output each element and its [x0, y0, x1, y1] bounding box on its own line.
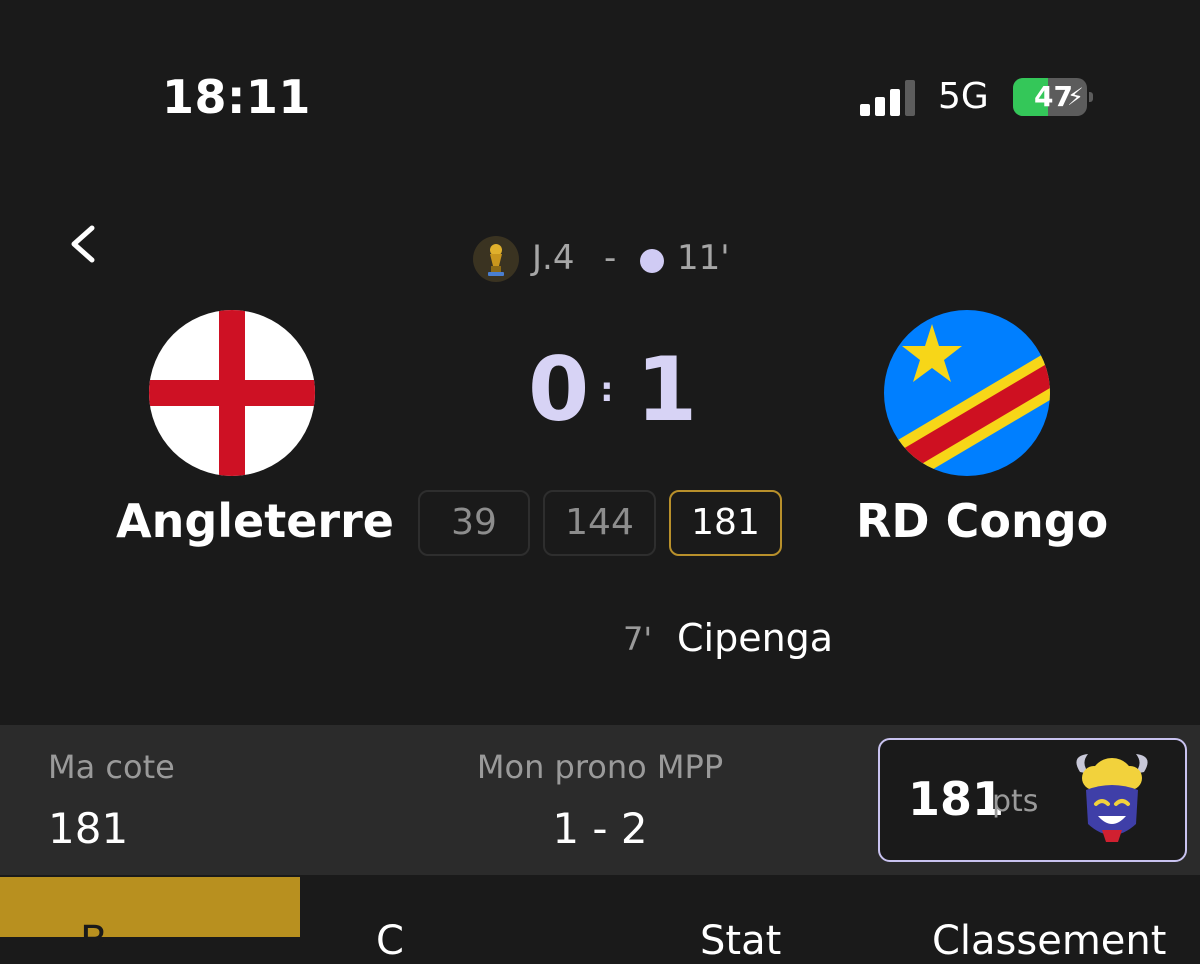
odds-draw-button[interactable]: 144: [543, 490, 656, 556]
battery-level: 47: [1034, 80, 1073, 113]
status-time: 18:11: [162, 70, 311, 124]
battery-indicator: 47 ⚡: [1013, 78, 1093, 116]
live-minute: 11': [677, 238, 730, 278]
home-team-name[interactable]: Angleterre: [116, 494, 394, 548]
goal-minute: 7': [623, 620, 653, 658]
header-separator: -: [604, 238, 617, 278]
tab-stats[interactable]: Stat: [700, 918, 781, 964]
away-team-name[interactable]: RD Congo: [856, 494, 1108, 548]
points-unit: pts: [992, 784, 1039, 819]
odds-home-button[interactable]: 39: [418, 490, 530, 556]
points-value: 181: [908, 772, 1005, 826]
score-separator: :: [600, 370, 614, 410]
my-prediction-value: 1 - 2: [552, 804, 648, 853]
tab-2[interactable]: C: [376, 918, 404, 964]
tab-active-indicator: [0, 877, 300, 937]
goal-scorer: Cipenga: [677, 616, 834, 660]
tab-1[interactable]: B: [80, 918, 107, 964]
signal-strength-icon: [860, 80, 915, 116]
charging-bolt-icon: ⚡: [1067, 83, 1084, 111]
odds-away-button[interactable]: 181: [669, 490, 782, 556]
tab-ranking[interactable]: Classement: [932, 918, 1166, 964]
my-prediction-label: Mon prono MPP: [476, 748, 724, 786]
back-chevron-icon[interactable]: [62, 222, 106, 266]
network-type: 5G: [938, 76, 989, 117]
my-odds-value: 181: [48, 804, 129, 853]
away-score: 1: [636, 338, 698, 441]
england-flag-icon[interactable]: [149, 310, 315, 476]
dr-congo-flag-icon[interactable]: [884, 310, 1050, 476]
live-dot-icon: [640, 249, 664, 273]
goat-mascot-icon: [1076, 754, 1148, 842]
home-score: 0: [528, 338, 590, 441]
my-odds-label: Ma cote: [48, 748, 175, 786]
trophy-icon: [473, 236, 519, 282]
round-label: J.4: [532, 238, 575, 278]
